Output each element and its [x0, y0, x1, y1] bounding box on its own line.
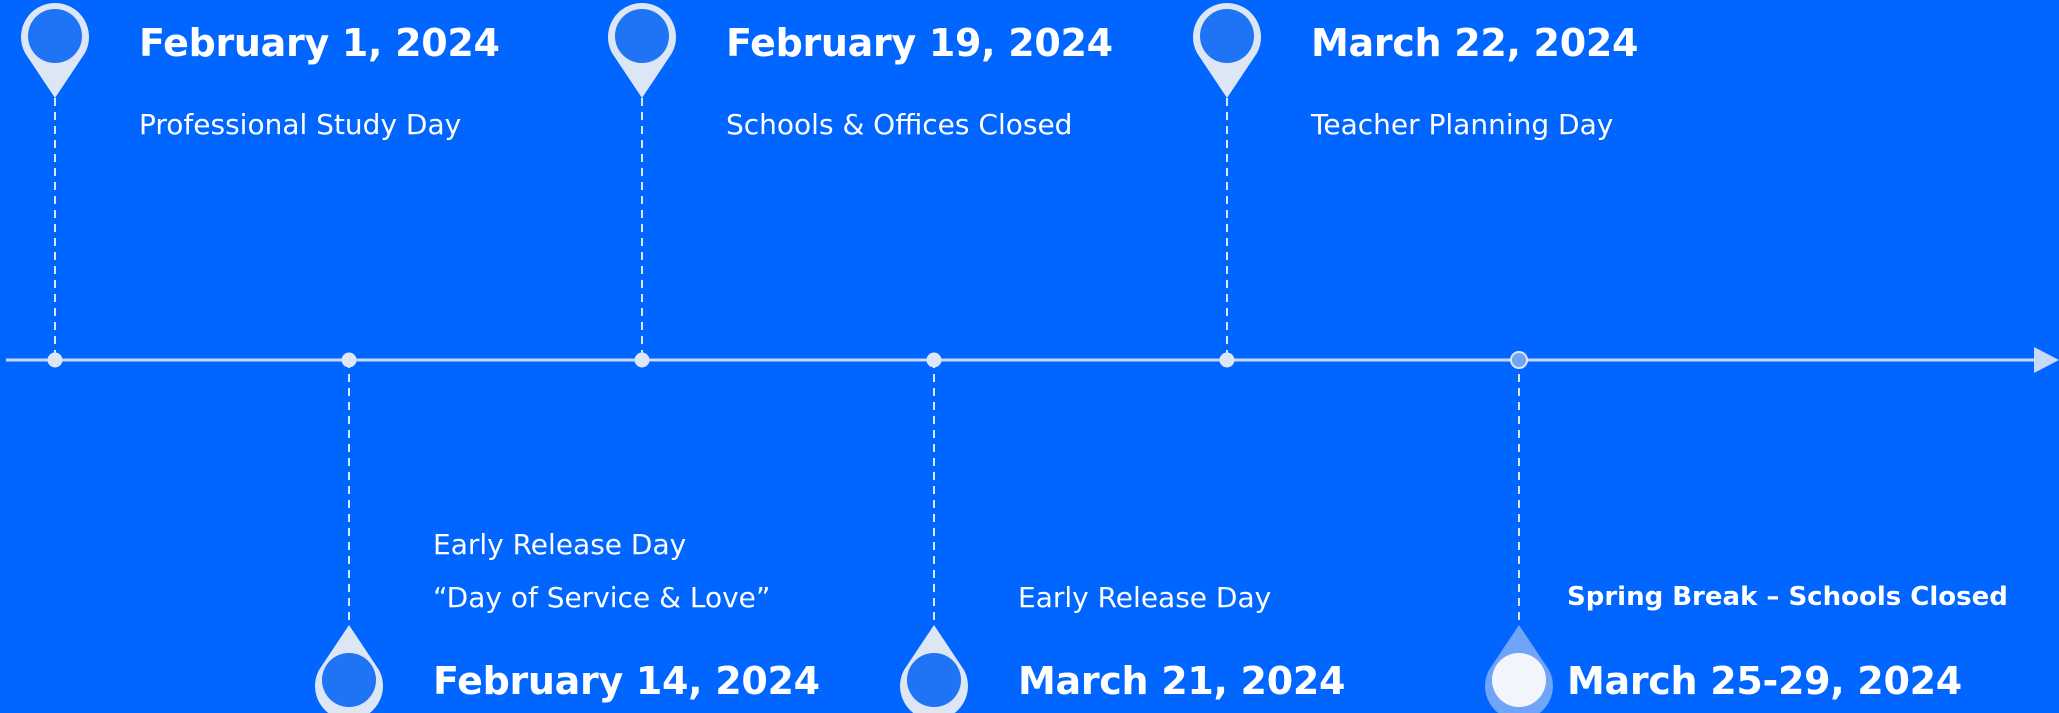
event-date: March 21, 2024 [1018, 659, 1346, 703]
axis-dot [1219, 352, 1235, 368]
timeline-event-highlighted [1485, 351, 1553, 713]
event-description: Teacher Planning Day [1311, 108, 1614, 141]
map-pin-icon [900, 625, 968, 713]
event-date: March 25-29, 2024 [1567, 659, 1962, 703]
map-pin-icon [315, 625, 383, 713]
timeline-event [900, 352, 968, 713]
timeline-event [1193, 3, 1261, 368]
axis-dot [341, 352, 357, 368]
map-pin-icon [608, 3, 676, 99]
map-pin-icon [20, 3, 89, 99]
timeline-arrowhead [2034, 347, 2059, 373]
event-description: Schools & Offices Closed [726, 108, 1073, 141]
event-date: February 19, 2024 [726, 21, 1113, 65]
axis-dot-hollow [1510, 351, 1528, 369]
event-date: February 1, 2024 [139, 21, 500, 65]
event-description: Professional Study Day [139, 108, 462, 141]
event-description: “Day of Service & Love” [433, 581, 771, 614]
event-date: February 14, 2024 [433, 659, 820, 703]
event-date: March 22, 2024 [1311, 21, 1639, 65]
timeline-event [608, 3, 676, 368]
axis-dot [926, 352, 942, 368]
event-description: Spring Break – Schools Closed [1567, 582, 2008, 612]
event-description: Early Release Day [1018, 581, 1272, 614]
timeline-event [315, 352, 383, 713]
map-pin-icon [1193, 3, 1261, 99]
event-description: Early Release Day [433, 528, 687, 561]
axis-dot [634, 352, 650, 368]
axis-dot [47, 352, 63, 368]
timeline-event [20, 3, 89, 368]
map-pin-highlighted-icon [1485, 625, 1553, 713]
